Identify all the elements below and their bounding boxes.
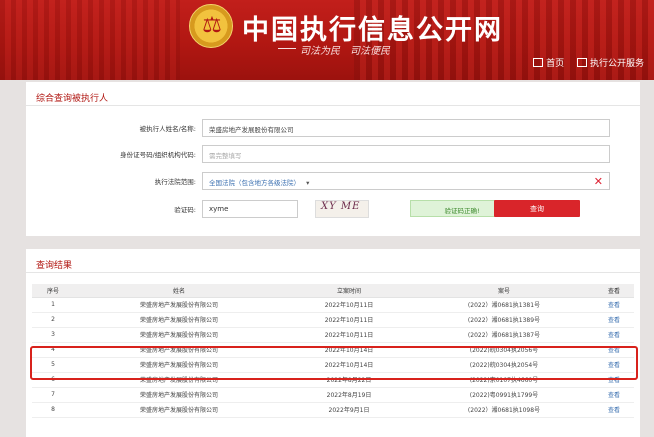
code-label: 验证码:: [174, 206, 196, 214]
captcha-image[interactable]: XY ME: [315, 200, 369, 218]
col-date: 立案时间: [284, 284, 414, 298]
table-row: 5 荣盛房地产发展股份有限公司 2022年10月14日 (2022)皖0304执205…: [32, 357, 634, 373]
row-case-no: (2022)京0107执4660号: [414, 372, 594, 388]
row-date: 2022年10月11日: [284, 297, 414, 313]
building-icon: [576, 58, 587, 67]
col-index: 序号: [32, 284, 74, 298]
row-name: 荣盛房地产发展股份有限公司: [74, 297, 284, 313]
site-slogan: 司法为民 司法便民: [278, 42, 390, 57]
view-link[interactable]: 查看: [594, 342, 634, 358]
row-case-no: (2022)粤0991执1799号: [414, 387, 594, 403]
top-nav: 首页 执行公开服务: [523, 56, 644, 69]
results-table: 序号 姓名 立案时间 案号 查看 1 荣盛房地产发展股份有限公司 2022年10月1…: [32, 284, 634, 418]
row-case-no: (2022）湘0681执1389号: [414, 312, 594, 328]
row-date: 2022年10月14日: [284, 357, 414, 373]
col-view: 查看: [594, 284, 634, 298]
table-row: 6 荣盛房地产发展股份有限公司 2022年8月22日 (2022)京0107执4660…: [32, 372, 634, 388]
row-index: 7: [32, 387, 74, 403]
query-panel: 综合查询被执行人 被执行人姓名/名称: 荣盛房地产发展股份有限公司 身份证号码/…: [26, 82, 640, 236]
name-label: 被执行人姓名/名称:: [139, 125, 196, 133]
row-index: 8: [32, 402, 74, 418]
row-name: 荣盛房地产发展股份有限公司: [74, 327, 284, 343]
row-case-no: (2022）湘0681执1381号: [414, 297, 594, 313]
court-select-value: 全国法院（包含地方各级法院）: [209, 179, 300, 187]
search-button[interactable]: 查询: [494, 200, 580, 217]
row-date: 2022年8月19日: [284, 387, 414, 403]
table-row: 4 荣盛房地产发展股份有限公司 2022年10月14日 (2022)皖0304执205…: [32, 342, 634, 358]
col-name: 姓名: [74, 284, 284, 298]
results-title: 查询结果: [26, 249, 640, 273]
home-icon: [533, 58, 544, 67]
court-row: 执行法院范围: 全国法院（包含地方各级法院） ▾ ✕: [26, 172, 640, 190]
court-label: 执行法院范围:: [154, 178, 196, 186]
table-row: 3 荣盛房地产发展股份有限公司 2022年10月11日 (2022）湘0681执138…: [32, 327, 634, 343]
view-link[interactable]: 查看: [594, 402, 634, 418]
row-index: 2: [32, 312, 74, 328]
row-date: 2022年10月11日: [284, 327, 414, 343]
table-header-row: 序号 姓名 立案时间 案号 查看: [32, 284, 634, 298]
nav-home[interactable]: 首页: [533, 58, 564, 69]
view-link[interactable]: 查看: [594, 312, 634, 328]
row-date: 2022年10月11日: [284, 312, 414, 328]
row-index: 5: [32, 357, 74, 373]
row-date: 2022年10月14日: [284, 342, 414, 358]
row-name: 荣盛房地产发展股份有限公司: [74, 342, 284, 358]
row-index: 4: [32, 342, 74, 358]
row-case-no: (2022）湘0681执1098号: [414, 402, 594, 418]
table-row: 1 荣盛房地产发展股份有限公司 2022年10月11日 (2022）湘0681执138…: [32, 297, 634, 313]
table-row: 7 荣盛房地产发展股份有限公司 2022年8月19日 (2022)粤0991执1799…: [32, 387, 634, 403]
view-link[interactable]: 查看: [594, 357, 634, 373]
chevron-down-icon: ▾: [306, 179, 310, 187]
row-name: 荣盛房地产发展股份有限公司: [74, 387, 284, 403]
row-case-no: (2022)皖0304执2054号: [414, 357, 594, 373]
captcha-input[interactable]: xyme: [202, 200, 298, 218]
row-case-no: (2022)皖0304执2056号: [414, 342, 594, 358]
clear-icon[interactable]: ✕: [594, 175, 603, 188]
col-case-no: 案号: [414, 284, 594, 298]
query-title: 综合查询被执行人: [26, 82, 640, 106]
court-emblem-icon: ⚖: [189, 4, 233, 48]
table-row: 2 荣盛房地产发展股份有限公司 2022年10月11日 (2022）湘0681执138…: [32, 312, 634, 328]
header-background-left: [0, 0, 180, 80]
row-index: 1: [32, 297, 74, 313]
row-name: 荣盛房地产发展股份有限公司: [74, 312, 284, 328]
table-row: 8 荣盛房地产发展股份有限公司 2022年9月1日 (2022）湘0681执1098号…: [32, 402, 634, 418]
id-input[interactable]: 需完整填写: [202, 145, 610, 163]
row-date: 2022年9月1日: [284, 402, 414, 418]
row-case-no: (2022）湘0681执1387号: [414, 327, 594, 343]
id-label: 身份证号码/组织机构代码:: [120, 151, 196, 159]
row-name: 荣盛房地产发展股份有限公司: [74, 372, 284, 388]
view-link[interactable]: 查看: [594, 372, 634, 388]
row-name: 荣盛房地产发展股份有限公司: [74, 402, 284, 418]
nav-execution-service[interactable]: 执行公开服务: [576, 58, 644, 69]
row-index: 3: [32, 327, 74, 343]
view-link[interactable]: 查看: [594, 327, 634, 343]
site-header: ⚖ 中国执行信息公开网 司法为民 司法便民 首页 执行公开服务: [0, 0, 654, 80]
name-input[interactable]: 荣盛房地产发展股份有限公司: [202, 119, 610, 137]
results-panel: 查询结果 序号 姓名 立案时间 案号 查看 1 荣盛房地产发展股份有限公司 2022…: [26, 249, 640, 437]
name-row: 被执行人姓名/名称: 荣盛房地产发展股份有限公司: [26, 119, 640, 137]
row-date: 2022年8月22日: [284, 372, 414, 388]
court-select[interactable]: 全国法院（包含地方各级法院） ▾ ✕: [202, 172, 610, 190]
row-index: 6: [32, 372, 74, 388]
row-name: 荣盛房地产发展股份有限公司: [74, 357, 284, 373]
id-row: 身份证号码/组织机构代码: 需完整填写: [26, 145, 640, 163]
view-link[interactable]: 查看: [594, 297, 634, 313]
view-link[interactable]: 查看: [594, 387, 634, 403]
